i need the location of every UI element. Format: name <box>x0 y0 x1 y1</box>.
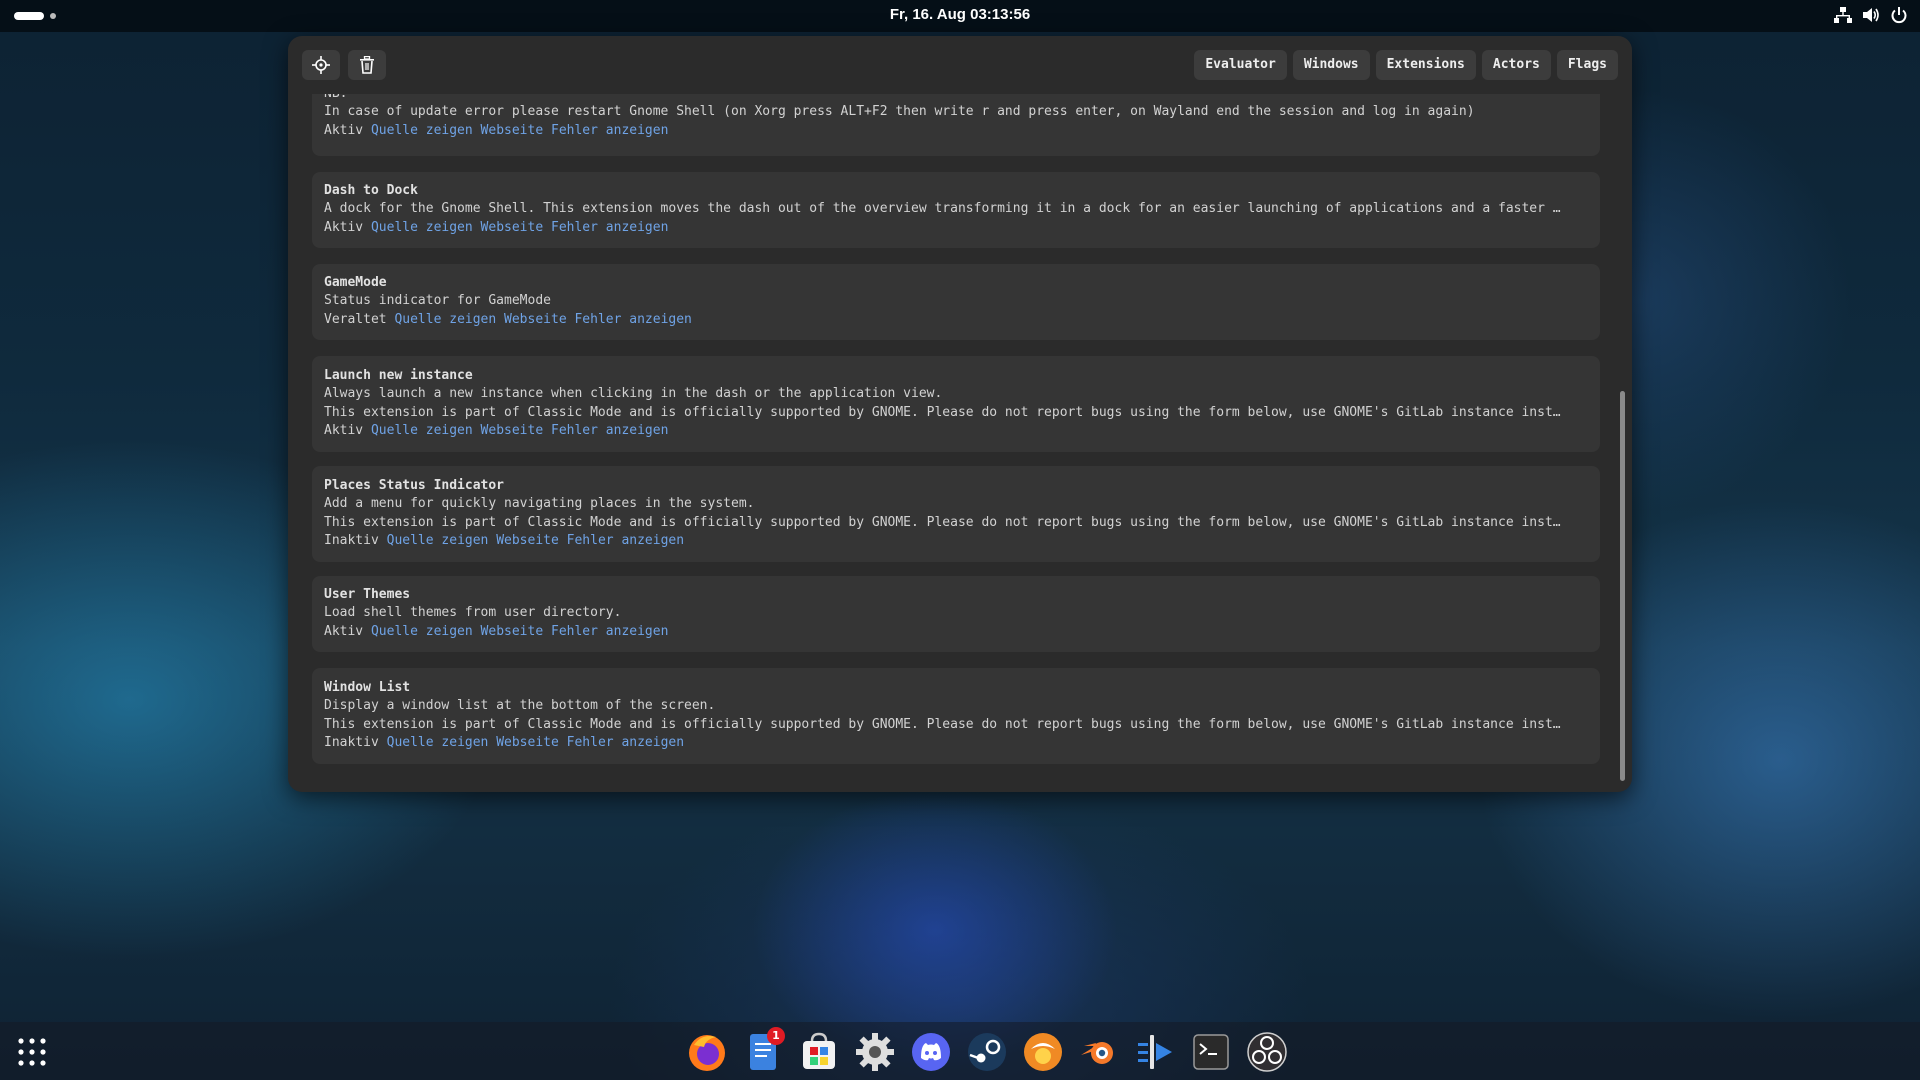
extension-card: Launch new instance Always launch a new … <box>312 356 1600 452</box>
show-apps-icon[interactable] <box>16 1036 48 1068</box>
extension-actions: Aktiv Quelle zeigen Webseite Fehler anze… <box>324 219 1588 237</box>
view-source-link[interactable]: Quelle zeigen <box>371 624 473 639</box>
firefox-icon[interactable] <box>686 1031 728 1073</box>
trash-icon <box>360 56 374 74</box>
blender-icon[interactable] <box>1078 1031 1120 1073</box>
tab-windows[interactable]: Windows <box>1292 50 1370 80</box>
picker-button[interactable] <box>302 50 340 80</box>
top-bar: Fr, 16. Aug 03:13:56 <box>0 0 1920 32</box>
extension-actions: Inaktiv Quelle zeigen Webseite Fehler an… <box>324 532 1588 550</box>
view-source-link[interactable]: Quelle zeigen <box>387 533 489 548</box>
extension-description: Status indicator for GameMode <box>324 293 551 309</box>
show-errors-link[interactable]: Fehler anzeigen <box>567 533 684 548</box>
view-source-link[interactable]: Quelle zeigen <box>387 735 489 750</box>
extension-name: User Themes <box>324 587 411 602</box>
dock: 1 <box>0 1022 1920 1080</box>
extension-name: GameMode <box>324 275 387 290</box>
website-link[interactable]: Webseite <box>496 735 559 750</box>
extension-name: Launch new instance <box>324 368 473 383</box>
extension-description: Load shell themes from user directory. <box>324 605 622 621</box>
extension-status: Inaktiv <box>324 734 379 750</box>
tab-extensions[interactable]: Extensions <box>1375 50 1476 80</box>
extension-status: Aktiv <box>324 122 364 138</box>
software-store-icon[interactable] <box>798 1031 840 1073</box>
system-tray[interactable] <box>1834 6 1908 24</box>
extension-description: In case of update error please restart G… <box>324 104 1475 120</box>
obs-studio-icon[interactable] <box>1246 1031 1288 1073</box>
extension-description: This extension is part of Classic Mode a… <box>324 404 1561 420</box>
extension-description: This extension is part of Classic Mode a… <box>324 716 1561 732</box>
view-source-link[interactable]: Quelle zeigen <box>394 312 496 327</box>
terminal-icon[interactable] <box>1190 1031 1232 1073</box>
heroic-launcher-icon[interactable] <box>1022 1031 1064 1073</box>
clear-button[interactable] <box>348 50 386 80</box>
website-link[interactable]: Webseite <box>481 624 544 639</box>
extension-card: Window List Display a window list at the… <box>312 668 1600 764</box>
extension-status: Aktiv <box>324 623 364 639</box>
extension-actions: Inaktiv Quelle zeigen Webseite Fehler an… <box>324 734 1588 752</box>
power-icon[interactable] <box>1890 6 1908 24</box>
show-errors-link[interactable]: Fehler anzeigen <box>551 423 668 438</box>
website-link[interactable]: Webseite <box>496 533 559 548</box>
text-editor-icon[interactable] <box>1134 1031 1176 1073</box>
view-source-link[interactable]: Quelle zeigen <box>371 220 473 235</box>
extension-description: Display a window list at the bottom of t… <box>324 698 716 714</box>
tab-actors[interactable]: Actors <box>1481 50 1551 80</box>
show-errors-link[interactable]: Fehler anzeigen <box>551 220 668 235</box>
extension-description: Add a menu for quickly navigating places… <box>324 496 755 512</box>
steam-icon[interactable] <box>966 1031 1008 1073</box>
extension-name: Dash to Dock <box>324 183 418 198</box>
show-errors-link[interactable]: Fehler anzeigen <box>551 123 668 138</box>
extension-name: Window List <box>324 680 411 695</box>
volume-icon[interactable] <box>1862 6 1880 24</box>
tab-evaluator[interactable]: Evaluator <box>1194 50 1287 80</box>
website-link[interactable]: Webseite <box>481 423 544 438</box>
website-link[interactable]: Webseite <box>481 123 544 138</box>
extension-actions: Aktiv Quelle zeigen Webseite Fehler anze… <box>324 623 1588 641</box>
picker-icon <box>312 56 330 74</box>
extension-status: Veraltet <box>324 311 387 327</box>
extension-description: This extension is part of Classic Mode a… <box>324 514 1561 530</box>
tab-bar: Evaluator Windows Extensions Actors Flag… <box>1194 50 1618 80</box>
show-errors-link[interactable]: Fehler anzeigen <box>574 312 691 327</box>
extension-status: Aktiv <box>324 219 364 235</box>
extension-card: User Themes Load shell themes from user … <box>312 576 1600 652</box>
extension-description: A dock for the Gnome Shell. This extensi… <box>324 201 1561 217</box>
extension-actions: Veraltet Quelle zeigen Webseite Fehler a… <box>324 311 1588 329</box>
notification-badge: 1 <box>767 1027 785 1045</box>
scrollbar[interactable] <box>1620 391 1625 781</box>
discord-icon[interactable] <box>910 1031 952 1073</box>
extension-card: NB: In case of update error please resta… <box>312 94 1600 156</box>
extension-card: Dash to Dock A dock for the Gnome Shell.… <box>312 172 1600 248</box>
extension-card: GameMode Status indicator for GameMode V… <box>312 264 1600 340</box>
website-link[interactable]: Webseite <box>504 312 567 327</box>
extension-actions: Aktiv Quelle zeigen Webseite Fehler anze… <box>324 422 1588 440</box>
extension-list[interactable]: NB: In case of update error please resta… <box>312 94 1600 778</box>
extension-description: Always launch a new instance when clicki… <box>324 386 943 402</box>
tab-flags[interactable]: Flags <box>1556 50 1618 80</box>
extension-name: Places Status Indicator <box>324 478 505 493</box>
view-source-link[interactable]: Quelle zeigen <box>371 423 473 438</box>
extension-actions: Aktiv Quelle zeigen Webseite Fehler anze… <box>324 122 1588 140</box>
extension-status: Inaktiv <box>324 532 379 548</box>
extension-card: Places Status Indicator Add a menu for q… <box>312 466 1600 562</box>
show-errors-link[interactable]: Fehler anzeigen <box>551 624 668 639</box>
network-icon[interactable] <box>1834 6 1852 24</box>
clock[interactable]: Fr, 16. Aug 03:13:56 <box>0 6 1920 23</box>
show-errors-link[interactable]: Fehler anzeigen <box>567 735 684 750</box>
view-source-link[interactable]: Quelle zeigen <box>371 123 473 138</box>
extension-status: Aktiv <box>324 422 364 438</box>
website-link[interactable]: Webseite <box>481 220 544 235</box>
looking-glass-window: Evaluator Windows Extensions Actors Flag… <box>288 36 1632 792</box>
looking-glass-toolbar: Evaluator Windows Extensions Actors Flag… <box>288 36 1632 94</box>
extension-description: NB: <box>324 94 1588 103</box>
settings-icon[interactable] <box>854 1031 896 1073</box>
